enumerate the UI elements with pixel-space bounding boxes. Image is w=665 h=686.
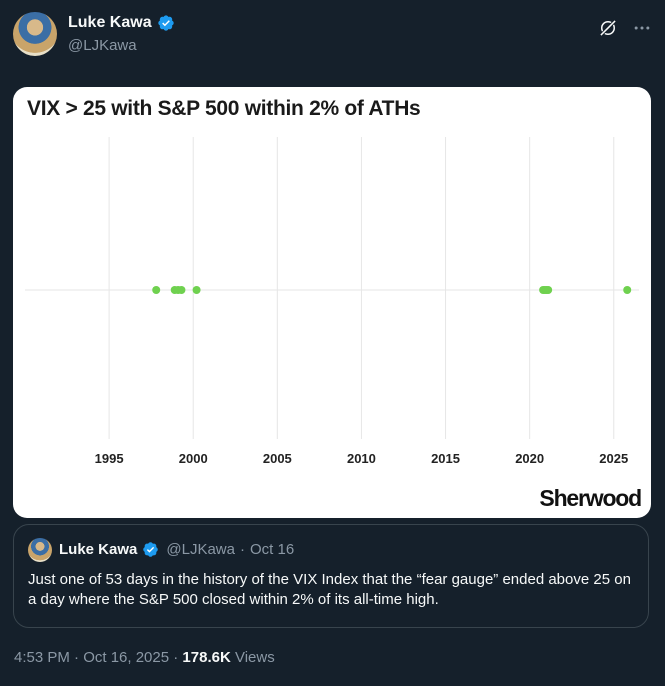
data-point xyxy=(623,286,632,294)
views-count[interactable]: 178.6K xyxy=(182,649,230,666)
quoted-date: Oct 16 xyxy=(249,541,295,558)
tweet-header: Luke Kawa @LJKawa xyxy=(13,12,652,60)
quoted-author-avatar xyxy=(28,538,52,562)
quoted-author-handle: @LJKawa xyxy=(166,541,235,558)
chart-plot: 1995 2000 2005 2010 2015 2020 2025 xyxy=(25,137,639,466)
x-tick-label: 1995 xyxy=(95,451,124,466)
tweet-meta: 4:53 PM · Oct 16, 2025 · 178.6K Views xyxy=(14,649,275,666)
sherwood-logo: Sherwood xyxy=(539,485,642,511)
quoted-tweet-text: Just one of 53 days in the history of th… xyxy=(28,571,631,608)
data-point xyxy=(152,286,161,294)
chart-image[interactable]: VIX > 25 with S&P 500 within 2% of ATHs … xyxy=(13,87,651,518)
views-label: Views xyxy=(230,649,275,666)
tweet-timestamp[interactable]: 4:53 PM · Oct 16, 2025 · xyxy=(14,649,182,666)
author-handle[interactable]: @LJKawa xyxy=(68,37,137,54)
quoted-tweet[interactable]: Luke Kawa @LJKawa · Oct 16 Just one of 5… xyxy=(13,524,649,628)
x-tick-label: 2000 xyxy=(179,451,208,466)
quoted-author-name: Luke Kawa xyxy=(59,541,138,558)
data-point xyxy=(177,286,186,294)
verified-badge-icon xyxy=(157,15,174,31)
x-tick-label: 2025 xyxy=(599,451,628,466)
data-point xyxy=(192,286,201,294)
grok-icon[interactable] xyxy=(598,18,618,38)
x-tick-label: 2005 xyxy=(263,451,292,466)
x-tick-label: 2015 xyxy=(431,451,460,466)
author-name[interactable]: Luke Kawa xyxy=(68,14,152,32)
author-avatar[interactable] xyxy=(13,12,57,56)
x-tick-label: 2010 xyxy=(347,451,376,466)
quoted-verified-badge-icon xyxy=(143,542,159,557)
quoted-separator: · xyxy=(239,541,245,558)
more-icon[interactable] xyxy=(632,18,652,38)
data-point xyxy=(544,286,553,294)
x-tick-label: 2020 xyxy=(515,451,544,466)
